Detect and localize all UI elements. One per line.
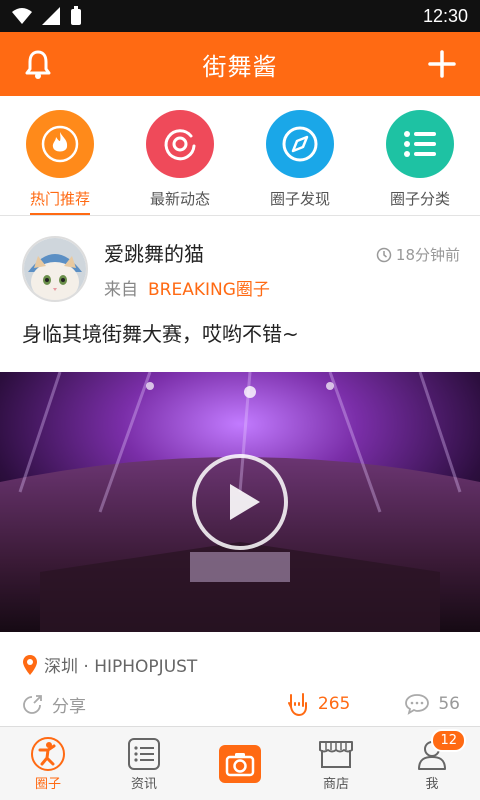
post-card: 爱跳舞的猫 来自 BREAKING圈子 18分钟前 身临其境街舞大赛，哎哟不错~ — [0, 216, 480, 717]
tab-news-label: 资讯 — [130, 777, 157, 792]
tab-camera[interactable] — [200, 744, 280, 783]
tab-circle-icon-wrap — [30, 735, 66, 773]
news-icon — [128, 738, 160, 770]
share-icon — [23, 695, 42, 714]
bell-icon — [25, 50, 51, 79]
post-text: 身临其境街舞大赛，哎哟不错~ — [22, 322, 299, 346]
category-bar: 热门推荐 最新动态 圈子发现 圈子分类 — [0, 96, 480, 216]
comment-icon — [405, 694, 430, 715]
category-hot-circle — [26, 110, 94, 178]
post-username[interactable]: 爱跳舞的猫 — [104, 238, 270, 267]
category-latest[interactable]: 最新动态 — [130, 110, 230, 213]
category-hot-label: 热门推荐 — [29, 188, 90, 215]
post-video[interactable] — [0, 372, 480, 632]
clock-icon — [376, 247, 392, 262]
status-time: 12:30 — [422, 5, 468, 26]
tab-shop[interactable]: 商店 — [296, 735, 376, 792]
post-stats: 265 56 — [286, 691, 460, 717]
wifi-icon — [12, 8, 32, 24]
refresh-icon — [164, 129, 196, 161]
post-header: 爱跳舞的猫 来自 BREAKING圈子 18分钟前 — [0, 216, 480, 302]
compass-icon — [282, 126, 318, 162]
tab-me[interactable]: 12 我 — [392, 729, 472, 792]
notification-button[interactable] — [18, 44, 58, 84]
category-latest-label: 最新动态 — [149, 190, 210, 208]
share-button[interactable]: 分享 — [22, 692, 86, 717]
comment-button[interactable]: 56 — [404, 693, 460, 715]
category-discover[interactable]: 圈子发现 — [250, 110, 350, 213]
category-discover-label: 圈子发现 — [269, 190, 330, 208]
tab-camera-icon-wrap — [219, 744, 261, 783]
add-button[interactable] — [422, 44, 462, 84]
like-count: 265 — [317, 694, 351, 714]
category-classify[interactable]: 圈子分类 — [370, 110, 470, 213]
battery-icon — [71, 6, 81, 25]
tab-news-icon-wrap — [127, 735, 161, 773]
post-source-prefix: 来自 — [104, 280, 138, 300]
category-latest-circle — [146, 110, 214, 178]
tab-shop-icon-wrap — [318, 735, 354, 773]
post-time-label: 18分钟前 — [395, 246, 460, 264]
camera-icon — [225, 752, 255, 776]
post-meta: 爱跳舞的猫 来自 BREAKING圈子 — [104, 238, 270, 300]
tab-news[interactable]: 资讯 — [104, 735, 184, 792]
page-title: 街舞酱 — [202, 52, 278, 81]
post-time: 18分钟前 — [376, 244, 460, 265]
post-location[interactable]: 深圳 · HIPHOPJUST — [0, 632, 480, 677]
post-location-label: 深圳 · HIPHOPJUST — [44, 657, 198, 677]
category-discover-circle — [266, 110, 334, 178]
rock-hand-icon — [287, 693, 307, 717]
shop-icon — [319, 741, 353, 768]
flame-icon — [41, 125, 79, 163]
tab-circle-label: 圈子 — [34, 777, 61, 792]
post-actions: 分享 265 56 — [0, 677, 480, 717]
tab-me-label: 我 — [425, 777, 439, 792]
like-button[interactable]: 265 — [286, 691, 350, 717]
status-bar: 12:30 — [0, 0, 480, 32]
category-classify-label: 圈子分类 — [389, 190, 450, 208]
notification-badge: 12 — [431, 729, 466, 752]
post-source: 来自 BREAKING圈子 — [104, 275, 270, 300]
list-icon — [404, 131, 436, 157]
app-bar: 街舞酱 — [0, 32, 480, 96]
cat-avatar-icon — [24, 238, 86, 300]
signal-icon — [42, 7, 60, 25]
tab-shop-label: 商店 — [322, 777, 349, 792]
camera-button[interactable] — [219, 744, 261, 783]
bottom-tab-bar: 圈子 资讯 商店 12 我 — [0, 726, 480, 800]
avatar[interactable] — [22, 236, 88, 302]
tab-circle[interactable]: 圈子 — [8, 735, 88, 792]
share-label: 分享 — [52, 696, 86, 717]
post-group-link[interactable]: BREAKING圈子 — [148, 280, 270, 300]
comment-count: 56 — [438, 694, 460, 714]
play-icon[interactable] — [190, 452, 290, 552]
category-classify-circle — [386, 110, 454, 178]
status-icons — [12, 6, 82, 26]
category-hot[interactable]: 热门推荐 — [10, 110, 110, 215]
dancer-icon — [31, 737, 65, 771]
location-pin-icon — [23, 654, 37, 675]
plus-icon — [428, 50, 456, 78]
